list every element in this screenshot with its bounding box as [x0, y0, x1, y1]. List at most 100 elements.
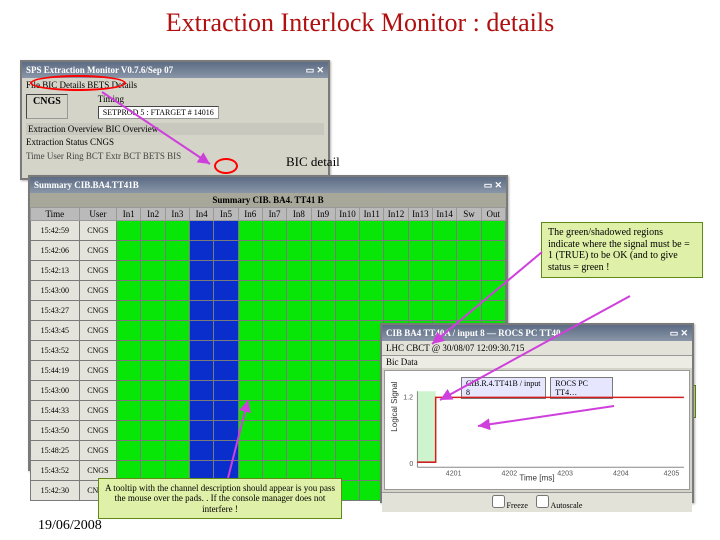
status-cell[interactable]: [335, 381, 359, 401]
status-cell[interactable]: [165, 341, 189, 361]
status-cell[interactable]: [238, 361, 262, 381]
freeze-checkbox[interactable]: Freeze: [492, 495, 528, 510]
status-cell[interactable]: [457, 281, 481, 301]
status-cell[interactable]: [117, 401, 141, 421]
status-cell[interactable]: [117, 341, 141, 361]
status-cell[interactable]: [457, 221, 481, 241]
status-cell[interactable]: [433, 241, 457, 261]
status-cell[interactable]: [238, 341, 262, 361]
status-cell[interactable]: [141, 241, 165, 261]
status-cell[interactable]: [141, 341, 165, 361]
status-cell[interactable]: [287, 341, 311, 361]
status-cell[interactable]: [408, 281, 432, 301]
status-cell[interactable]: [287, 381, 311, 401]
status-cell[interactable]: [165, 281, 189, 301]
status-cell[interactable]: [311, 241, 335, 261]
status-cell[interactable]: [238, 281, 262, 301]
status-cell[interactable]: [287, 241, 311, 261]
status-cell[interactable]: [335, 341, 359, 361]
status-cell[interactable]: [190, 241, 214, 261]
status-cell[interactable]: [141, 301, 165, 321]
status-cell[interactable]: [141, 261, 165, 281]
status-cell[interactable]: [262, 261, 286, 281]
status-cell[interactable]: [117, 361, 141, 381]
summary-window-controls[interactable]: ▭ ✕: [484, 180, 502, 191]
status-cell[interactable]: [262, 301, 286, 321]
status-cell[interactable]: [287, 361, 311, 381]
window-controls[interactable]: ▭ ✕: [306, 65, 324, 76]
status-cell[interactable]: [311, 381, 335, 401]
status-cell[interactable]: [214, 301, 238, 321]
table-row[interactable]: 15:43:27CNGS: [31, 301, 506, 321]
status-cell[interactable]: [190, 221, 214, 241]
status-cell[interactable]: [190, 301, 214, 321]
status-cell[interactable]: [408, 301, 432, 321]
status-cell[interactable]: [262, 361, 286, 381]
status-cell[interactable]: [408, 261, 432, 281]
status-cell[interactable]: [117, 241, 141, 261]
status-cell[interactable]: [262, 381, 286, 401]
status-cell[interactable]: [165, 221, 189, 241]
status-cell[interactable]: [433, 281, 457, 301]
status-cell[interactable]: [360, 261, 384, 281]
autoscale-checkbox[interactable]: Autoscale: [536, 495, 583, 510]
status-cell[interactable]: [457, 241, 481, 261]
status-cell[interactable]: [335, 261, 359, 281]
status-cell[interactable]: [190, 441, 214, 461]
status-cell[interactable]: [287, 281, 311, 301]
status-cell[interactable]: [190, 401, 214, 421]
status-cell[interactable]: [214, 441, 238, 461]
status-cell[interactable]: [165, 241, 189, 261]
status-cell[interactable]: [165, 301, 189, 321]
status-cell[interactable]: [335, 421, 359, 441]
status-cell[interactable]: [165, 261, 189, 281]
status-cell[interactable]: [384, 301, 408, 321]
status-cell[interactable]: [214, 241, 238, 261]
status-cell[interactable]: [238, 321, 262, 341]
status-cell[interactable]: [262, 221, 286, 241]
status-cell[interactable]: [214, 401, 238, 421]
status-cell[interactable]: [262, 401, 286, 421]
status-cell[interactable]: [262, 321, 286, 341]
status-cell[interactable]: [117, 261, 141, 281]
status-cell[interactable]: [214, 281, 238, 301]
status-cell[interactable]: [384, 221, 408, 241]
table-row[interactable]: 15:42:13CNGS: [31, 261, 506, 281]
status-cell[interactable]: [335, 241, 359, 261]
status-cell[interactable]: [433, 261, 457, 281]
status-cell[interactable]: [360, 241, 384, 261]
status-cell[interactable]: [214, 421, 238, 441]
status-cell[interactable]: [311, 321, 335, 341]
status-cell[interactable]: [457, 301, 481, 321]
status-cell[interactable]: [335, 361, 359, 381]
status-cell[interactable]: [141, 361, 165, 381]
status-cell[interactable]: [481, 281, 505, 301]
status-cell[interactable]: [141, 421, 165, 441]
status-cell[interactable]: [165, 381, 189, 401]
status-cell[interactable]: [287, 321, 311, 341]
status-cell[interactable]: [165, 441, 189, 461]
status-cell[interactable]: [481, 241, 505, 261]
status-cell[interactable]: [190, 341, 214, 361]
status-cell[interactable]: [214, 381, 238, 401]
status-cell[interactable]: [214, 341, 238, 361]
table-row[interactable]: 15:42:59CNGS: [31, 221, 506, 241]
status-cell[interactable]: [457, 261, 481, 281]
status-cell[interactable]: [190, 361, 214, 381]
status-cell[interactable]: [141, 281, 165, 301]
status-cell[interactable]: [214, 321, 238, 341]
table-row[interactable]: 15:42:06CNGS: [31, 241, 506, 261]
status-cell[interactable]: [335, 321, 359, 341]
status-cell[interactable]: [481, 301, 505, 321]
status-cell[interactable]: [311, 221, 335, 241]
status-cell[interactable]: [311, 441, 335, 461]
status-cell[interactable]: [287, 301, 311, 321]
status-cell[interactable]: [262, 241, 286, 261]
status-cell[interactable]: [141, 401, 165, 421]
status-cell[interactable]: [335, 301, 359, 321]
status-cell[interactable]: [214, 361, 238, 381]
status-cell[interactable]: [238, 381, 262, 401]
status-cell[interactable]: [117, 281, 141, 301]
status-cell[interactable]: [262, 421, 286, 441]
status-cell[interactable]: [287, 261, 311, 281]
